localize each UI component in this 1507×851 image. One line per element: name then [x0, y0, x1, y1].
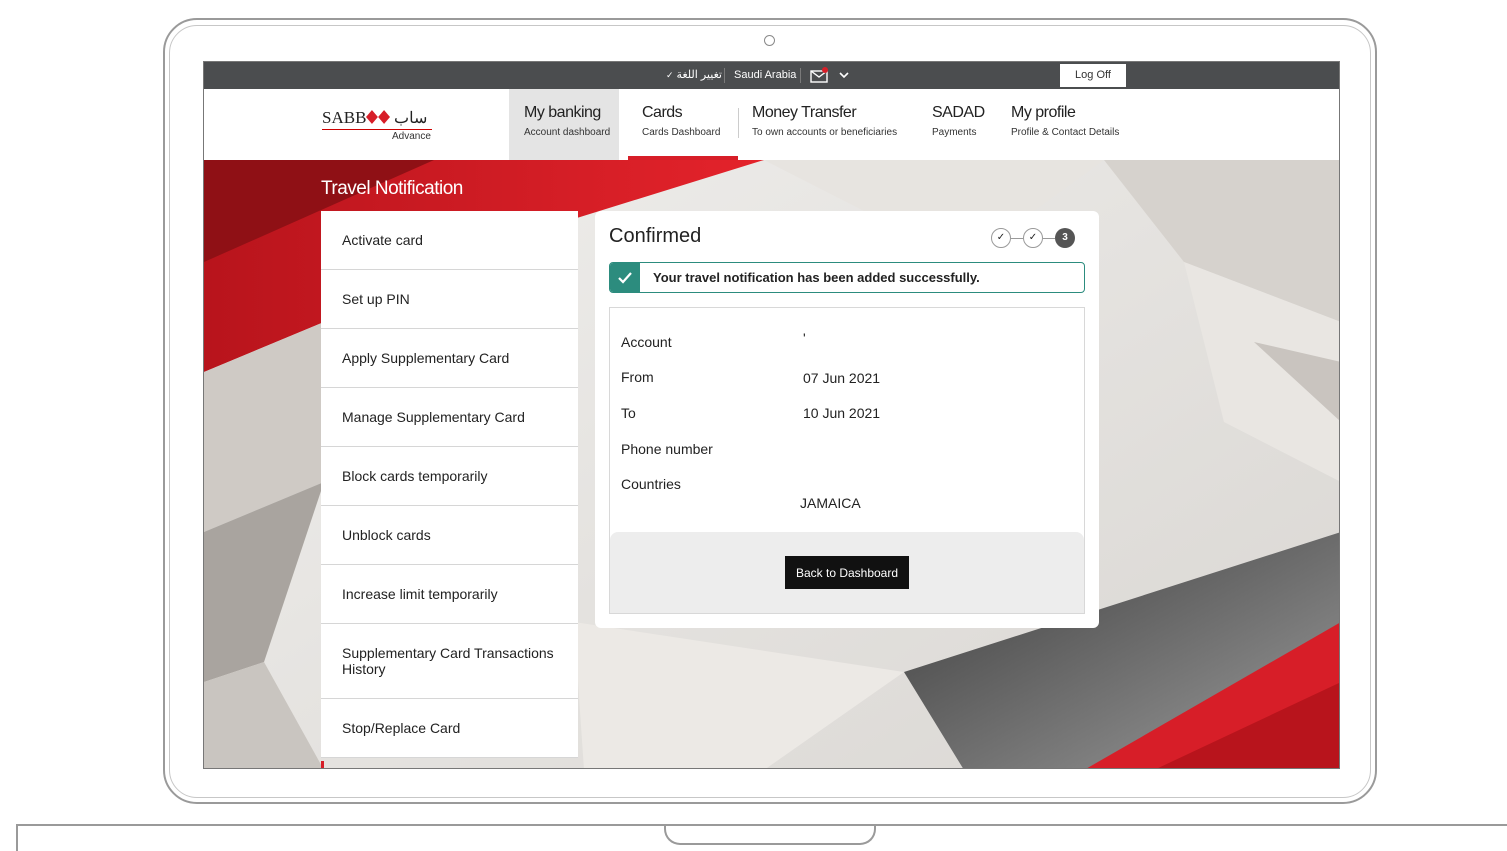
chevron-down-icon: ✓	[666, 70, 674, 80]
nav-sadad[interactable]: SADAD Payments	[932, 89, 1002, 160]
page-title: Travel Notification	[321, 178, 463, 199]
mail-menu[interactable]	[810, 62, 849, 89]
nav-subtitle: Account dashboard	[524, 127, 611, 138]
language-selector[interactable]: ✓ تغيير اللغة	[666, 62, 722, 89]
nav-subtitle: Profile & Contact Details	[1011, 127, 1120, 138]
sidebar-item-increase-limit[interactable]: Increase limit temporarily	[321, 565, 578, 624]
success-alert: Your travel notification has been added …	[609, 262, 1085, 293]
sidebar-item-label: Increase limit temporarily	[342, 586, 498, 602]
nav-subtitle: To own accounts or beneficiaries	[752, 127, 898, 138]
confirmation-title: Confirmed	[609, 225, 702, 247]
sidebar-item-stop-replace-card[interactable]: Stop/Replace Card	[321, 699, 578, 758]
step-complete-check-icon: ✓	[991, 228, 1011, 248]
sidebar-item-label: Unblock cards	[342, 527, 431, 543]
sidebar-item-label: Supplementary Card Transactions History	[342, 645, 554, 677]
nav-title: My profile	[1011, 104, 1076, 121]
country-selector[interactable]: Saudi Arabia	[734, 62, 796, 89]
back-to-dashboard-button[interactable]: Back to Dashboard	[785, 556, 909, 589]
sidebar-item-manage-supplementary[interactable]: Manage Supplementary Card	[321, 388, 578, 447]
sidebar-item-activate-card[interactable]: Activate card	[321, 211, 578, 270]
sidebar-item-supplementary-history[interactable]: Supplementary Card Transactions History	[321, 624, 578, 699]
top-utility-bar: ✓ تغيير اللغة Saudi Arabia Log Off	[204, 62, 1339, 89]
countries-value: JAMAICA	[800, 495, 861, 511]
step-current: 3	[1055, 228, 1075, 248]
nav-title: Money Transfer	[752, 104, 857, 121]
nav-my-profile[interactable]: My profile Profile & Contact Details	[1011, 89, 1151, 160]
to-label: To	[621, 405, 636, 421]
laptop-notch	[664, 826, 876, 845]
logo-text: SABB	[322, 108, 367, 127]
sidebar-item-label: Set up PIN	[342, 291, 410, 307]
camera-icon	[764, 35, 775, 46]
account-label: Account	[621, 334, 672, 350]
laptop-base-edge	[16, 824, 18, 851]
logo-arabic-text: ساب	[394, 110, 428, 127]
sidebar-item-apply-supplementary[interactable]: Apply Supplementary Card	[321, 329, 578, 388]
nav-divider	[738, 108, 739, 138]
nav-active-indicator	[628, 156, 738, 160]
sidebar-item-label: Activate card	[342, 232, 423, 248]
logo-underline	[322, 129, 432, 130]
step-complete-check-icon: ✓	[1023, 228, 1043, 248]
nav-title: Cards	[642, 104, 683, 121]
sidebar-item-label: Stop/Replace Card	[342, 720, 461, 736]
hexagon-logo-icon	[366, 110, 390, 124]
sidebar-item-block-cards[interactable]: Block cards temporarily	[321, 447, 578, 506]
sidebar-menu: Activate card Set up PIN Apply Supplemen…	[321, 211, 578, 758]
sidebar-item-set-up-pin[interactable]: Set up PIN	[321, 270, 578, 329]
topbar-divider	[724, 68, 725, 83]
nav-subtitle: Cards Dashboard	[642, 127, 721, 138]
checkmark-icon	[610, 263, 640, 292]
details-footer: Back to Dashboard	[610, 532, 1084, 613]
nav-money-transfer[interactable]: Money Transfer To own accounts or benefi…	[752, 89, 922, 160]
sidebar-item-label: Apply Supplementary Card	[342, 350, 510, 366]
confirmation-card: Confirmed ✓ ✓ 3 Your travel notification…	[595, 211, 1099, 628]
sidebar-item-unblock-cards[interactable]: Unblock cards	[321, 506, 578, 565]
countries-label: Countries	[621, 476, 681, 492]
nav-title: SADAD	[932, 104, 985, 121]
from-value: 07 Jun 2021	[803, 370, 881, 386]
to-value: 10 Jun 2021	[803, 405, 881, 421]
step-connector	[1043, 238, 1055, 239]
chevron-down-icon	[839, 72, 849, 79]
sidebar-active-indicator	[321, 761, 324, 768]
travel-details: Account ' From 07 Jun 2021 To 10 Jun 202…	[609, 307, 1085, 614]
phone-label: Phone number	[621, 441, 713, 457]
logo-subtitle: Advance	[392, 131, 431, 142]
nav-subtitle: Payments	[932, 127, 977, 138]
sidebar-item-label: Block cards temporarily	[342, 468, 488, 484]
main-navigation: SABB ساب Advance My banking Account dash…	[204, 89, 1339, 160]
logoff-button[interactable]: Log Off	[1060, 64, 1126, 87]
nav-title: My banking	[524, 104, 601, 121]
success-message: Your travel notification has been added …	[653, 270, 980, 285]
mail-icon	[810, 67, 828, 83]
from-label: From	[621, 369, 654, 385]
step-progress: ✓ ✓ 3	[991, 228, 1085, 250]
step-connector	[1011, 238, 1023, 239]
topbar-divider	[800, 68, 801, 83]
sidebar-item-label: Manage Supplementary Card	[342, 409, 525, 425]
nav-cards[interactable]: Cards Cards Dashboard	[628, 89, 738, 160]
nav-my-banking[interactable]: My banking Account dashboard	[509, 89, 619, 160]
account-value: '	[803, 330, 806, 346]
browser-screen: ✓تغيير اللغة Saudi Arabia Log Off SABB	[203, 61, 1340, 769]
